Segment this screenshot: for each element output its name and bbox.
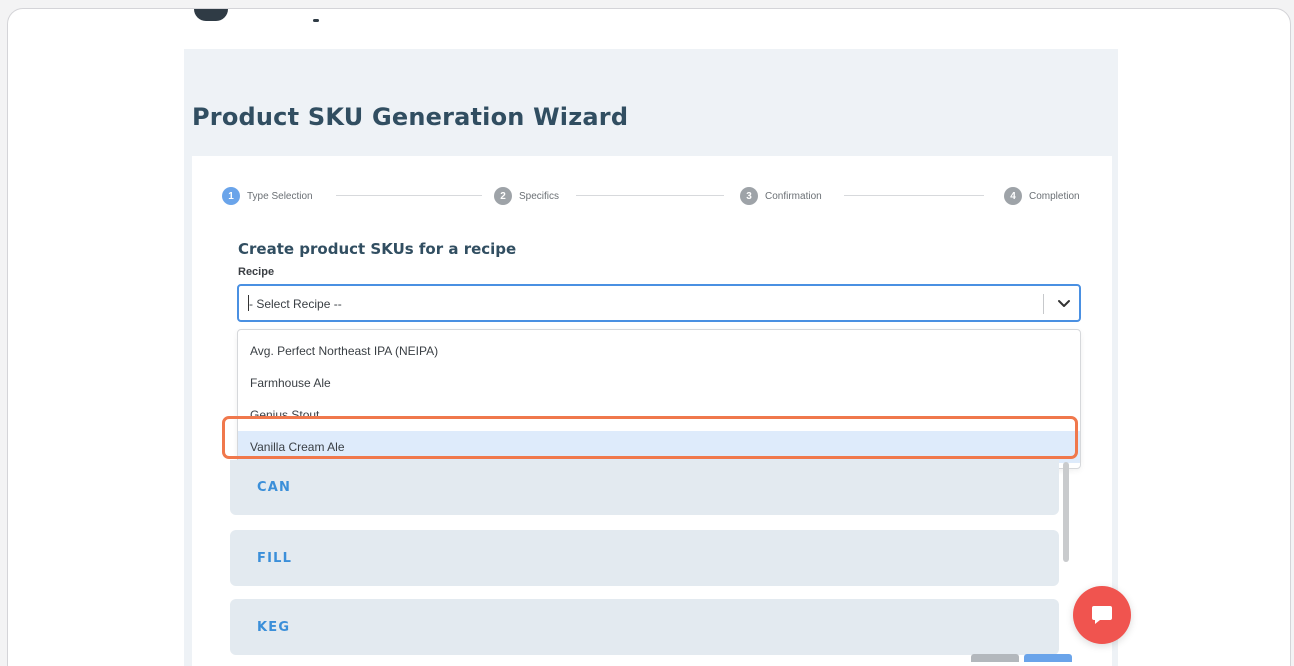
- sku-type-fill[interactable]: FILL: [230, 530, 1059, 586]
- logo-icon: [194, 9, 228, 21]
- recipe-dropdown-menu: Avg. Perfect Northeast IPA (NEIPA) Farmh…: [237, 329, 1081, 469]
- scrollbar-thumb[interactable]: [1063, 462, 1069, 562]
- section-title: Create product SKUs for a recipe: [238, 240, 517, 258]
- sku-type-keg[interactable]: KEG: [230, 599, 1059, 655]
- logo-text-fragment: [313, 19, 319, 22]
- recipe-select-placeholder: - Select Recipe --: [249, 297, 342, 311]
- chevron-down-icon[interactable]: [1053, 292, 1075, 314]
- sku-type-can[interactable]: CAN: [230, 460, 1059, 515]
- page-title: Product SKU Generation Wizard: [192, 103, 629, 131]
- next-button[interactable]: [1024, 654, 1072, 662]
- select-separator: [1043, 294, 1044, 314]
- chat-bubble-icon: [1092, 606, 1112, 624]
- dropdown-option[interactable]: Farmhouse Ale: [238, 367, 1080, 399]
- chat-button[interactable]: [1073, 586, 1131, 644]
- dropdown-option[interactable]: Genius Stout: [238, 399, 1080, 431]
- form-area: Create product SKUs for a recipe Recipe …: [192, 156, 1112, 666]
- back-button[interactable]: [971, 654, 1019, 662]
- scrollbar[interactable]: [1062, 460, 1070, 650]
- recipe-select[interactable]: - Select Recipe --: [237, 284, 1081, 322]
- recipe-label: Recipe: [238, 266, 275, 278]
- dropdown-option-highlighted[interactable]: Vanilla Cream Ale: [238, 431, 1080, 463]
- dropdown-option[interactable]: Avg. Perfect Northeast IPA (NEIPA): [238, 335, 1080, 367]
